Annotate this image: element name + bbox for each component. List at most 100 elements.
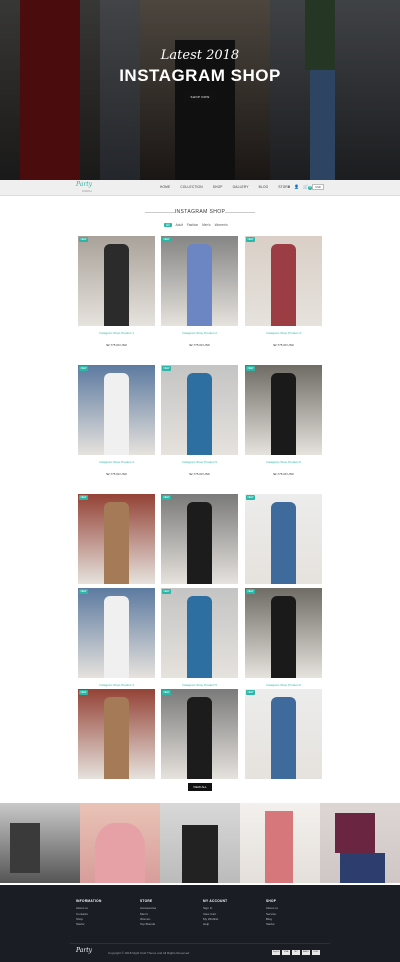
user-icon[interactable]: 👤 <box>294 184 299 190</box>
product-card[interactable]: NEW <box>245 689 322 779</box>
new-badge: NEW <box>246 237 255 242</box>
discover-icon: DISC <box>312 950 320 955</box>
new-badge: NEW <box>79 237 88 242</box>
nav-icons: ⌕ 👤 🛒0 <box>288 184 313 190</box>
footer-link[interactable]: Help <box>203 922 227 927</box>
new-badge: NEW <box>79 366 88 371</box>
nav-item-home[interactable]: HOME <box>160 185 170 189</box>
product-name[interactable]: Instagram Shop Product 6 <box>245 683 322 687</box>
main-menu: HOME COLLECTION SHOP GALLERY BLOG STORE <box>160 185 290 189</box>
product-name[interactable]: Instagram Shop Product 5 <box>161 683 238 687</box>
product-image <box>271 502 296 584</box>
nav-item-gallery[interactable]: GALLERY <box>233 185 249 189</box>
hero-title: INSTAGRAM SHOP <box>119 66 281 85</box>
footer-link[interactable]: About us <box>266 906 278 911</box>
product-name[interactable]: Instagram Shop Product 5 <box>161 460 238 464</box>
site-logo[interactable]: Party Online <box>76 182 92 194</box>
product-image <box>104 596 129 678</box>
mastercard-icon: MC <box>292 950 300 955</box>
product-image <box>187 697 212 779</box>
new-badge: NEW <box>162 237 171 242</box>
footer-link[interactable]: Top Brands <box>140 922 156 927</box>
product-card[interactable]: NEW <box>161 588 238 678</box>
product-name[interactable]: Instagram Shop Product 4 <box>78 460 155 464</box>
amex-icon: AMEX <box>302 950 310 955</box>
new-badge: NEW <box>79 589 88 594</box>
filter-fashion[interactable]: Fashion <box>187 223 198 227</box>
product-card[interactable]: NEW <box>78 588 155 678</box>
filter-all[interactable]: All <box>164 223 172 227</box>
product-card[interactable]: NEW <box>78 365 155 455</box>
currency-select[interactable]: USD <box>312 184 324 190</box>
product-price: $2,775.00 USD <box>273 343 294 347</box>
product-card[interactable]: NEW <box>78 494 155 584</box>
visa-icon: VISA <box>282 950 290 955</box>
product-card[interactable]: NEW <box>245 588 322 678</box>
new-badge: NEW <box>246 495 255 500</box>
footer-link[interactable]: Sitefor <box>266 922 278 927</box>
product-card[interactable]: NEW <box>245 236 322 326</box>
new-badge: NEW <box>162 690 171 695</box>
product-image <box>104 697 129 779</box>
new-badge: NEW <box>162 495 171 500</box>
footer-logo[interactable]: Party <box>76 947 92 954</box>
instagram-photo-5[interactable] <box>320 803 400 883</box>
filter-womens[interactable]: Women's <box>215 223 228 227</box>
product-image <box>187 502 212 584</box>
product-image <box>271 244 296 326</box>
title-divider-right <box>225 212 255 213</box>
product-price: $2,775.00 USD <box>273 472 294 476</box>
product-price: $2,775.00 USD <box>189 472 210 476</box>
footer-link[interactable]: Accessories <box>140 906 156 911</box>
product-image <box>187 244 212 326</box>
product-name[interactable]: Instagram Shop Product 6 <box>245 460 322 464</box>
search-icon[interactable]: ⌕ <box>288 184 290 190</box>
copyright-text: Copyright © 2018 Night Club Theme and Al… <box>108 951 190 955</box>
shop-now-button[interactable]: SHOP NOW <box>182 92 218 102</box>
product-card[interactable]: NEW <box>161 365 238 455</box>
section-title: INSTAGRAM SHOP <box>174 209 226 215</box>
product-card[interactable]: NEW <box>78 236 155 326</box>
new-badge: NEW <box>79 690 88 695</box>
paypal-icon: PayPal <box>272 950 280 955</box>
product-card[interactable]: NEW <box>161 236 238 326</box>
product-card[interactable]: NEW <box>78 689 155 779</box>
product-name[interactable]: Instagram Shop Product 4 <box>78 683 155 687</box>
filter-mens[interactable]: Men's <box>202 223 210 227</box>
new-badge: NEW <box>162 366 171 371</box>
product-card[interactable]: NEW <box>245 365 322 455</box>
product-name[interactable]: Instagram Shop Product 3 <box>245 331 322 335</box>
filter-adult[interactable]: Adult <box>176 223 183 227</box>
instagram-photo-4[interactable] <box>240 803 320 883</box>
product-image <box>271 697 296 779</box>
category-filters: All Adult Fashion Men's Women's <box>164 223 228 227</box>
instagram-photo-1[interactable] <box>0 803 80 883</box>
site-footer: INFORMATION About us Contacts Shop Sitef… <box>0 885 400 962</box>
product-image <box>271 596 296 678</box>
product-price: $2,775.00 USD <box>106 472 127 476</box>
nav-item-collection[interactable]: COLLECTION <box>180 185 202 189</box>
product-name[interactable]: Instagram Shop Product 2 <box>161 331 238 335</box>
hero-subtitle: Latest 2018 <box>160 48 240 63</box>
product-card[interactable]: NEW <box>161 494 238 584</box>
payment-icons: PayPal VISA MC AMEX DISC <box>272 950 320 955</box>
new-badge: NEW <box>162 589 171 594</box>
product-card[interactable]: NEW <box>245 494 322 584</box>
new-badge: NEW <box>79 495 88 500</box>
footer-col-my-account: MY ACCOUNT Sign In View Cart My Wishlist… <box>203 899 228 927</box>
product-name[interactable]: Instagram Shop Product 1 <box>78 331 155 335</box>
view-all-button[interactable]: VIEW ALL <box>188 783 212 791</box>
product-price: $2,775.00 USD <box>189 343 210 347</box>
hero-banner: Latest 2018 INSTAGRAM SHOP SHOP NOW <box>0 0 400 180</box>
footer-link[interactable]: Sitefor <box>76 922 102 927</box>
footer-col-information: INFORMATION About us Contacts Shop Sitef… <box>76 899 102 927</box>
footer-divider <box>70 943 330 944</box>
instagram-photo-2[interactable] <box>80 803 160 883</box>
nav-item-blog[interactable]: BLOG <box>259 185 269 189</box>
nav-item-shop[interactable]: SHOP <box>213 185 223 189</box>
instagram-photo-3[interactable] <box>160 803 240 883</box>
product-card[interactable]: NEW <box>161 689 238 779</box>
cart-icon[interactable]: 🛒0 <box>303 184 313 190</box>
product-image <box>271 373 296 455</box>
product-image <box>104 244 129 326</box>
